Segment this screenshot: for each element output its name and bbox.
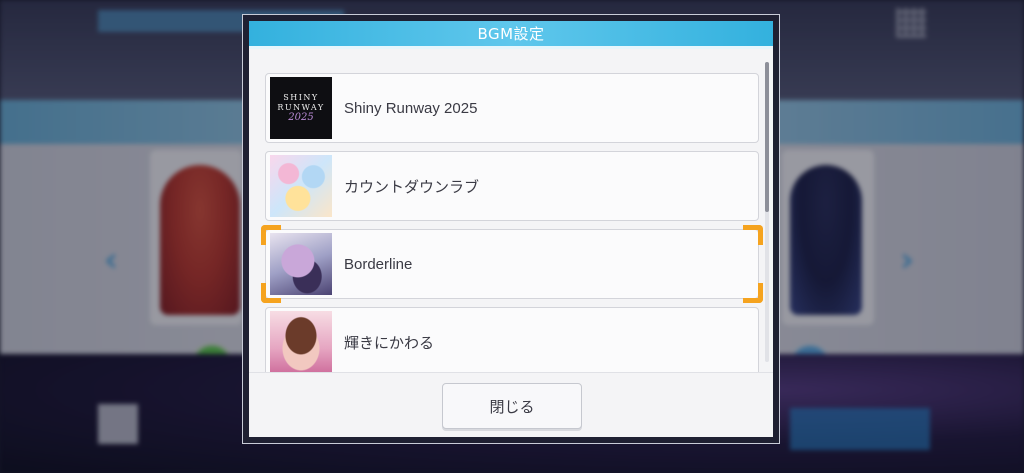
modal-footer: 閉じる [249,372,773,437]
track-item-kagayaki[interactable]: 輝きにかわる [265,307,759,372]
close-button[interactable]: 閉じる [442,383,582,429]
jacket-image [270,155,332,217]
bgm-settings-modal: BGM設定 SHINY RUNWAY 2025 Shiny Runway 202… [242,14,780,444]
track-name: Borderline [344,255,413,273]
track-name: 輝きにかわる [344,334,435,352]
modal-title: BGM設定 [477,25,545,43]
track-item-shiny-runway[interactable]: SHINY RUNWAY 2025 Shiny Runway 2025 [265,73,759,143]
jacket-image [270,311,332,372]
track-item-borderline[interactable]: Borderline [261,225,763,303]
scrollbar[interactable] [765,62,769,362]
scrollbar-thumb[interactable] [765,62,769,212]
jacket-text: SHINY [283,93,319,102]
selection-corner-icon [743,225,763,245]
selection-corner-icon [261,283,281,303]
track-name: Shiny Runway 2025 [344,99,478,117]
jacket-image: SHINY RUNWAY 2025 [270,77,332,139]
modal-header: BGM設定 [249,21,773,49]
modal-body: BGM設定 SHINY RUNWAY 2025 Shiny Runway 202… [249,21,773,437]
jacket-text: 2025 [288,112,314,123]
track-list: SHINY RUNWAY 2025 Shiny Runway 2025 カウント… [261,73,763,372]
track-name: カウントダウンラブ [344,178,480,196]
track-list-viewport[interactable]: SHINY RUNWAY 2025 Shiny Runway 2025 カウント… [249,52,773,372]
track-item-countdown-love[interactable]: カウントダウンラブ [265,151,759,221]
selection-corner-icon [261,225,281,245]
selection-corner-icon [743,283,763,303]
